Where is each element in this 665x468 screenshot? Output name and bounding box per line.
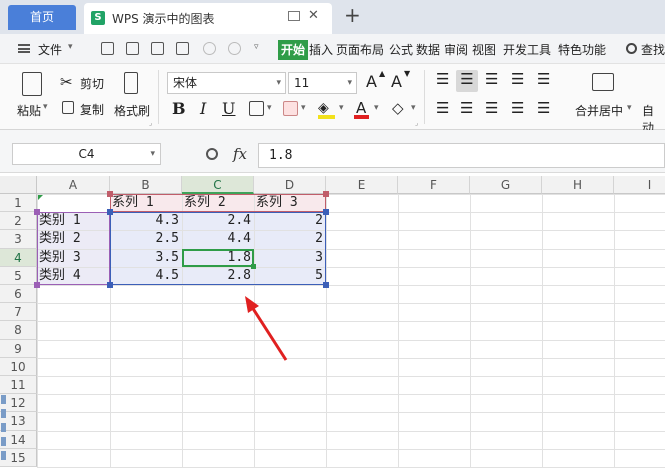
- scrollbar-stripe: [1, 423, 6, 432]
- red-arrow-line: [250, 306, 288, 361]
- annotation-overlay: [245, 296, 288, 361]
- scrollbar-stripe: [1, 409, 6, 418]
- scrollbar-stripe: [1, 451, 6, 460]
- scrollbar-stripe: [1, 437, 6, 446]
- left-edge-scrollbar[interactable]: [0, 395, 8, 468]
- red-arrow-head-icon: [245, 296, 259, 313]
- scrollbar-stripe: [1, 395, 6, 404]
